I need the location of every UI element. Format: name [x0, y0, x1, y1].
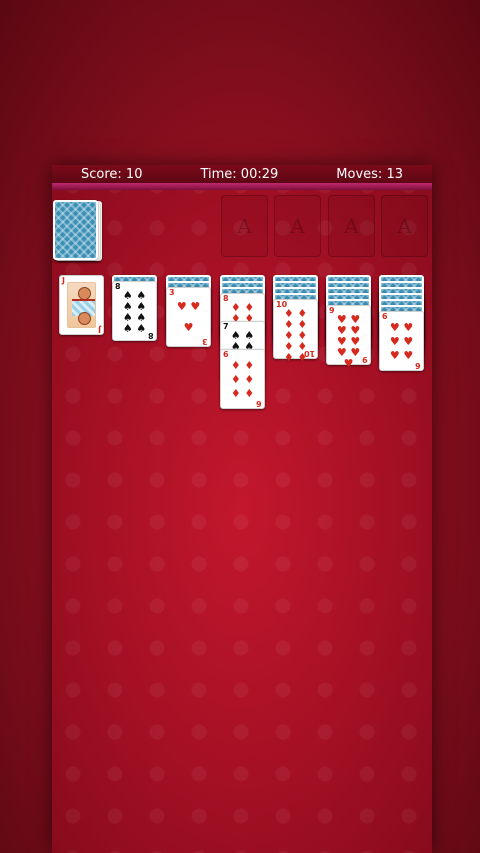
- card-rank: 3: [202, 337, 208, 346]
- suit-pip: ♥: [403, 320, 414, 334]
- suit-pip: ♦: [230, 358, 241, 372]
- suit-pip: ♥: [343, 357, 354, 370]
- face-card-art: [67, 282, 96, 328]
- card-rank: 9: [362, 355, 368, 364]
- score-label: Score: 10: [81, 166, 143, 182]
- playing-card[interactable]: 9 9 ♥ ♥ ♥ ♥ ♥ ♥ ♥ ♥ ♥: [326, 305, 371, 369]
- status-bar: Score: 10 Time: 00:29 Moves: 13: [52, 165, 432, 183]
- suit-pip: ♦: [244, 386, 255, 400]
- suit-pip: ♥: [389, 334, 400, 348]
- card-pips: ♥ ♥ ♥ ♥ ♥ ♥ ♥ ♥ ♥: [335, 314, 362, 369]
- playing-card[interactable]: 8 8 ♠ ♠ ♠ ♠ ♠ ♠ ♠ ♠: [112, 281, 157, 341]
- suit-pip: ♦: [244, 372, 255, 386]
- card-rank: 8: [115, 282, 121, 291]
- game-board: Score: 10 Time: 00:29 Moves: 13 A A A A …: [52, 165, 432, 853]
- card-rank: 6: [415, 361, 421, 370]
- card-rank: 6: [382, 312, 388, 321]
- foundation-slot-3[interactable]: A: [328, 195, 375, 257]
- status-bar-accent: [52, 183, 432, 190]
- suit-pip: ♦: [230, 372, 241, 386]
- card-rank: 8: [148, 331, 154, 340]
- foundation-placeholder: A: [397, 214, 412, 238]
- moves-label: Moves: 13: [336, 166, 403, 182]
- figure-head: [78, 312, 91, 325]
- card-rank: 9: [329, 306, 335, 315]
- stock-card[interactable]: [53, 200, 98, 260]
- suit-pip: ♠: [136, 322, 147, 335]
- card-rank: J: [62, 276, 65, 285]
- suit-pip: ♠: [122, 322, 133, 335]
- suit-pip: ♥: [190, 300, 201, 313]
- suit-pip: ♥: [183, 321, 194, 334]
- time-label: Time: 00:29: [200, 166, 279, 182]
- card-rank: 6: [256, 399, 262, 408]
- playing-card[interactable]: 6 6 ♦ ♦ ♦ ♦ ♦ ♦: [220, 349, 265, 409]
- suit-pip: ♦: [297, 351, 308, 364]
- foundation-slot-1[interactable]: A: [221, 195, 268, 257]
- suit-pip: ♦: [230, 386, 241, 400]
- card-rank: 3: [169, 288, 175, 297]
- suit-pip: ♥: [389, 348, 400, 362]
- suit-pip: ♦: [244, 358, 255, 372]
- suit-pip: ♥: [389, 320, 400, 334]
- foundation-placeholder: A: [344, 214, 359, 238]
- suit-pip: ♥: [176, 300, 187, 313]
- card-rank: 8: [223, 294, 229, 303]
- playing-card[interactable]: 6 6 ♥ ♥ ♥ ♥ ♥ ♥: [379, 311, 424, 371]
- card-rank: 7: [223, 322, 229, 331]
- foundation-placeholder: A: [237, 214, 252, 238]
- card-rank: 6: [223, 350, 229, 359]
- suit-pip: ♥: [403, 348, 414, 362]
- foundation-placeholder: A: [290, 214, 305, 238]
- card-pips: ♥ ♥ ♥: [175, 296, 202, 338]
- playing-card[interactable]: JJ: [59, 275, 104, 335]
- card-pips: ♥ ♥ ♥ ♥ ♥ ♥: [388, 320, 415, 362]
- card-pips: ♦ ♦ ♦ ♦ ♦ ♦ ♦ ♦ ♦ ♦: [282, 308, 309, 363]
- felt-pattern: [52, 165, 432, 853]
- card-pips: ♠ ♠ ♠ ♠ ♠ ♠ ♠ ♠: [121, 290, 148, 335]
- suit-pip: ♥: [403, 334, 414, 348]
- playing-card[interactable]: 10 10 ♦ ♦ ♦ ♦ ♦ ♦ ♦ ♦ ♦ ♦: [273, 299, 318, 363]
- card-rank: J: [98, 325, 101, 334]
- playing-card[interactable]: 3 3 ♥ ♥ ♥: [166, 287, 211, 347]
- foundation-slot-4[interactable]: A: [381, 195, 428, 257]
- suit-pip: ♦: [283, 351, 294, 364]
- card-pips: ♦ ♦ ♦ ♦ ♦ ♦: [229, 358, 256, 400]
- foundation-slot-2[interactable]: A: [274, 195, 321, 257]
